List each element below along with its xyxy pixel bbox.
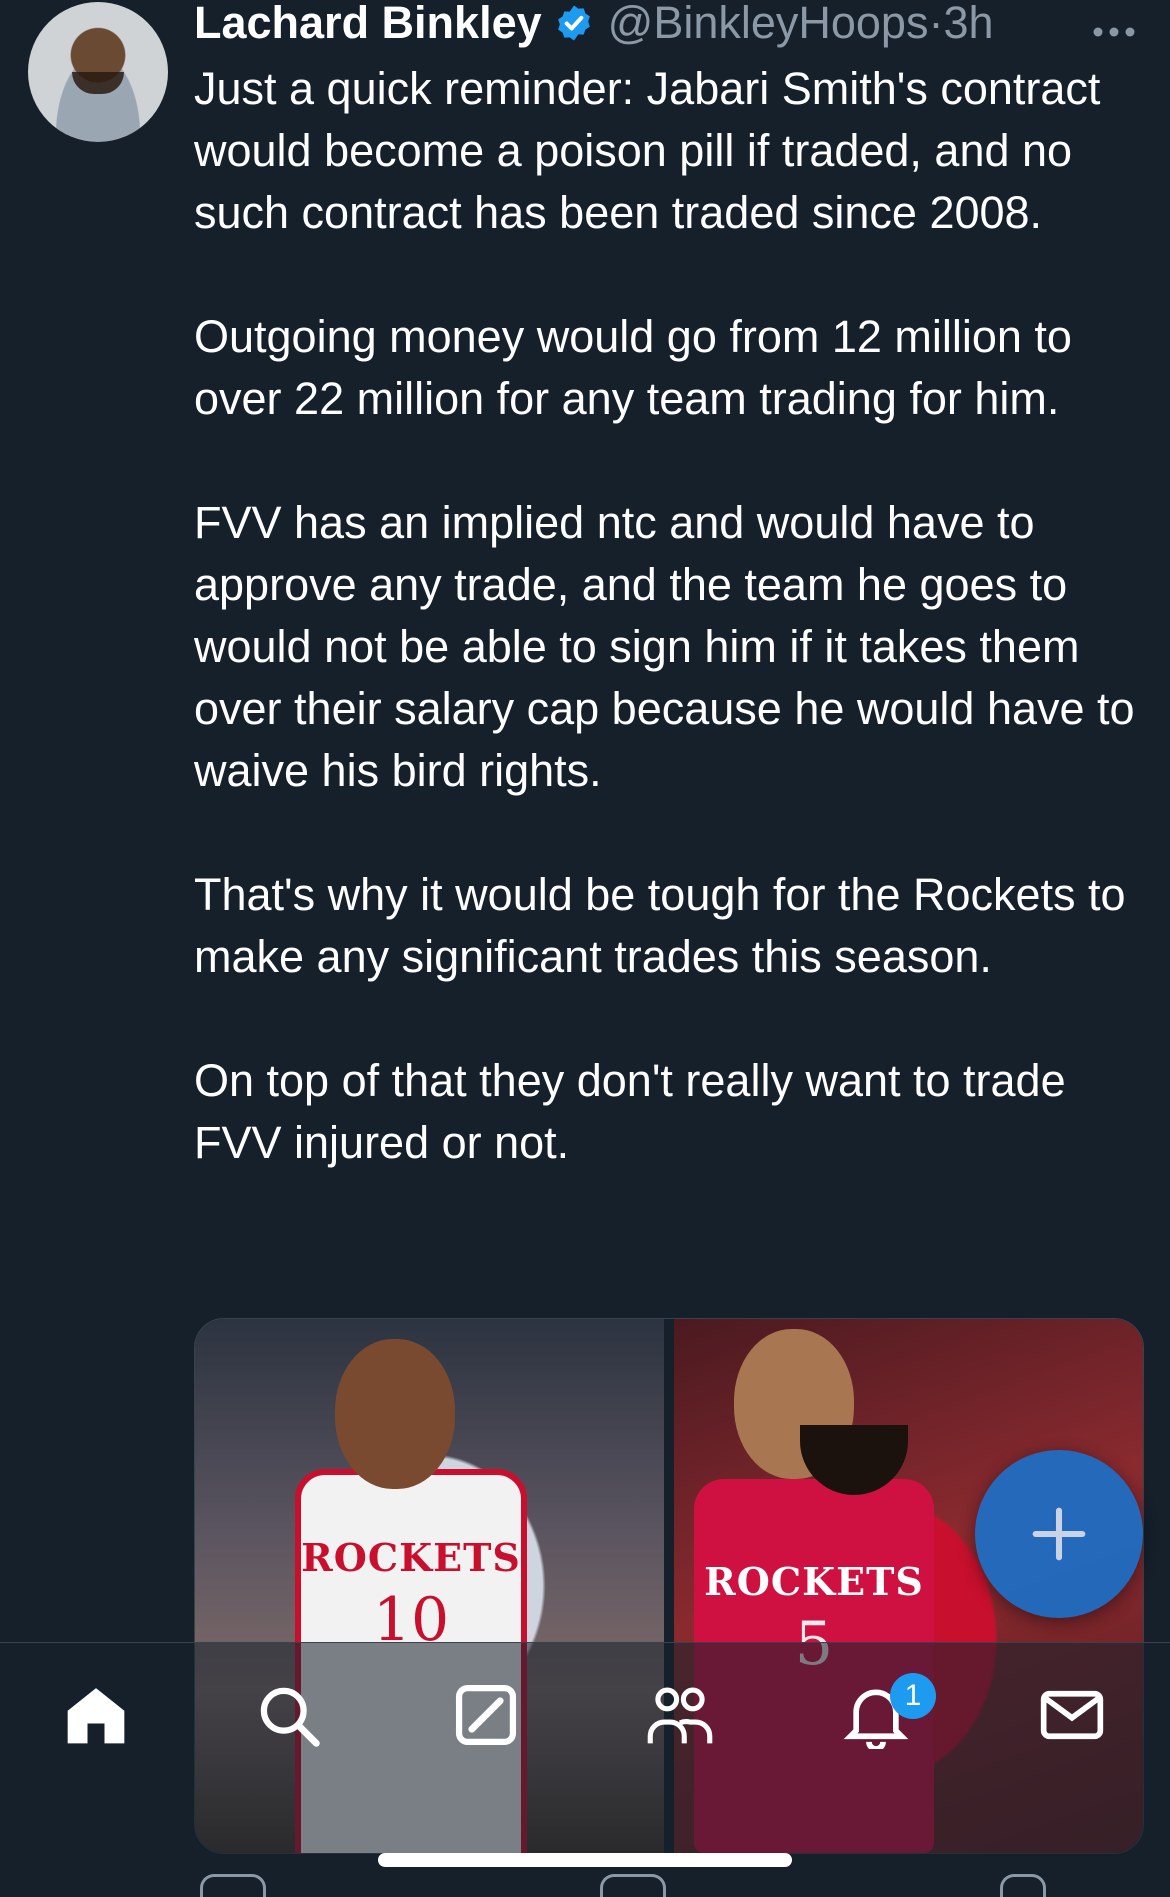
notifications-badge: 1 bbox=[890, 1673, 936, 1719]
player-head bbox=[335, 1339, 455, 1489]
author-handle-and-time[interactable]: @BinkleyHoops·3h bbox=[608, 0, 994, 49]
tweet-header: Lachard Binkley @BinkleyHoops·3h bbox=[194, 0, 1170, 54]
tweet-time: 3h bbox=[943, 0, 994, 48]
reply-icon[interactable] bbox=[200, 1874, 266, 1897]
tweet-paragraph: On top of that they don't really want to… bbox=[194, 1055, 1066, 1168]
like-icon[interactable] bbox=[600, 1874, 666, 1897]
tweet-text: Just a quick reminder: Jabari Smith's co… bbox=[194, 58, 1154, 1174]
jersey-wordmark: ROCKETS bbox=[704, 1559, 924, 1604]
tweet-paragraph: FVV has an implied ntc and would have to… bbox=[194, 497, 1135, 796]
jersey-wordmark: ROCKETS bbox=[301, 1535, 521, 1580]
author-avatar[interactable] bbox=[28, 2, 168, 142]
tweet-paragraph: That's why it would be tough for the Roc… bbox=[194, 869, 1126, 982]
grok-icon[interactable] bbox=[452, 1681, 520, 1749]
compose-plus-icon[interactable] bbox=[975, 1450, 1143, 1618]
home-indicator bbox=[378, 1853, 792, 1867]
author-display-name[interactable]: Lachard Binkley bbox=[194, 0, 542, 49]
more-horizontal-icon[interactable] bbox=[1092, 8, 1136, 47]
avatar-beard bbox=[72, 72, 124, 94]
communities-icon[interactable] bbox=[646, 1681, 714, 1749]
tweet-paragraph: Outgoing money would go from 12 million … bbox=[194, 311, 1072, 424]
tweet-paragraph: Just a quick reminder: Jabari Smith's co… bbox=[194, 63, 1101, 238]
home-icon[interactable] bbox=[62, 1681, 130, 1749]
messages-icon[interactable] bbox=[1038, 1681, 1106, 1749]
author-handle: @BinkleyHoops bbox=[607, 0, 929, 48]
bookmark-icon[interactable] bbox=[1000, 1874, 1046, 1897]
search-icon[interactable] bbox=[254, 1681, 322, 1749]
player-head bbox=[734, 1329, 908, 1495]
time-separator: · bbox=[928, 0, 944, 48]
verified-badge-icon bbox=[557, 5, 590, 41]
